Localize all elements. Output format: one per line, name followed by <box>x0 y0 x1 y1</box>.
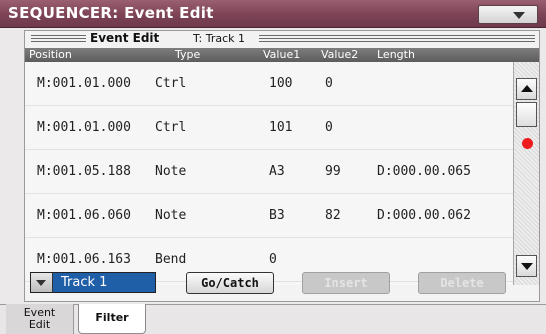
track-select[interactable]: Track 1 <box>30 272 156 293</box>
vertical-scrollbar[interactable] <box>513 62 539 285</box>
event-position: M:001.01.000 <box>37 76 131 91</box>
event-position: M:001.06.060 <box>37 208 131 223</box>
tab-event-edit[interactable]: Event Edit <box>6 304 74 334</box>
event-type: Ctrl <box>155 76 187 91</box>
event-value2: 0 <box>325 120 333 135</box>
event-value1: A3 <box>269 164 285 179</box>
event-value2: 99 <box>325 164 341 179</box>
tab-filter[interactable]: Filter <box>78 304 146 334</box>
track-label: T: Track 1 <box>193 32 245 45</box>
arrow-up-icon <box>521 85 533 92</box>
col-position: Position <box>29 48 72 61</box>
panel-header: Event Edit T: Track 1 <box>25 31 539 47</box>
list-item[interactable]: M:001.06.060 Note B3 82 D:000.00.062 <box>25 194 513 238</box>
tab-event-edit-label: Event Edit <box>23 306 56 331</box>
list-item[interactable]: M:001.01.000 Ctrl 101 0 <box>25 106 513 150</box>
event-type: Note <box>155 164 187 179</box>
scroll-down-button[interactable] <box>516 255 537 277</box>
record-dot-icon <box>522 138 533 149</box>
col-value1: Value1 <box>263 48 301 61</box>
panel-title: Event Edit <box>90 31 160 45</box>
insert-button[interactable]: Insert <box>302 272 390 294</box>
list-item[interactable]: M:001.05.188 Note A3 99 D:000.00.065 <box>25 150 513 194</box>
grip-left <box>31 35 86 43</box>
grip-right <box>259 35 535 43</box>
event-edit-panel: Event Edit T: Track 1 Position Type Valu… <box>24 30 540 302</box>
track-select-value: Track 1 <box>61 275 108 290</box>
event-value1: 0 <box>269 252 277 267</box>
goto-catch-button[interactable]: Go/Catch <box>186 272 274 294</box>
event-type: Bend <box>155 252 187 267</box>
event-value1: 100 <box>269 76 293 91</box>
event-position: M:001.01.000 <box>37 120 131 135</box>
event-position: M:001.05.188 <box>37 164 131 179</box>
page-menu-button[interactable] <box>478 5 538 24</box>
window-title: SEQUENCER: Event Edit <box>8 4 214 22</box>
list-item[interactable]: M:001.01.000 Ctrl 100 0 <box>25 62 513 106</box>
event-value1: 101 <box>269 120 293 135</box>
event-value2: 82 <box>325 208 341 223</box>
column-header: Position Type Value1 Value2 Length <box>25 48 539 62</box>
scroll-up-button[interactable] <box>516 78 537 100</box>
event-list[interactable]: M:001.01.000 Ctrl 100 0 M:001.01.000 Ctr… <box>25 62 513 285</box>
event-length: D:000.00.062 <box>377 208 471 223</box>
col-length: Length <box>377 48 415 61</box>
col-type: Type <box>175 48 201 61</box>
event-position: M:001.06.163 <box>37 252 131 267</box>
col-value2: Value2 <box>321 48 359 61</box>
event-length: D:000.00.065 <box>377 164 471 179</box>
chevron-down-icon <box>36 280 46 286</box>
delete-button[interactable]: Delete <box>418 272 506 294</box>
scroll-thumb[interactable] <box>516 102 537 127</box>
arrow-down-icon <box>521 263 533 270</box>
event-type: Note <box>155 208 187 223</box>
event-value1: B3 <box>269 208 285 223</box>
chevron-down-icon <box>513 12 525 19</box>
title-bar: SEQUENCER: Event Edit <box>0 0 546 28</box>
track-dropdown-button[interactable] <box>31 273 53 292</box>
event-type: Ctrl <box>155 120 187 135</box>
event-value2: 0 <box>325 76 333 91</box>
